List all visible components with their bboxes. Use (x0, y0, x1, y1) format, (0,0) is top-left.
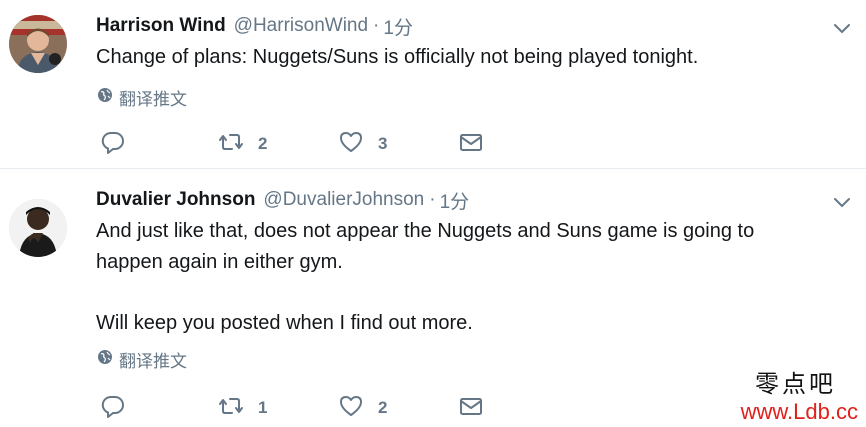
timestamp[interactable]: 1分 (440, 187, 470, 214)
direct-message-button[interactable] (458, 394, 484, 422)
translate-tweet-link[interactable]: 翻译推文 (97, 86, 187, 109)
envelope-icon (458, 129, 484, 160)
like-button[interactable]: 2 (338, 394, 387, 422)
watermark-url: www.Ldb.cc (740, 399, 858, 424)
avatar[interactable] (9, 199, 67, 257)
heart-icon (338, 393, 364, 424)
tweet[interactable]: Duvalier Johnson @DuvalierJohnson · 1分 A… (0, 170, 866, 427)
reply-button[interactable] (100, 394, 126, 422)
like-button[interactable]: 3 (338, 130, 387, 158)
display-name[interactable]: Duvalier Johnson (96, 189, 255, 211)
translate-label: 翻译推文 (119, 89, 187, 109)
tweet-feed: Harrison Wind @HarrisonWind · 1分 Change … (0, 0, 866, 427)
retweet-count: 1 (258, 398, 268, 417)
username[interactable]: @DuvalierJohnson (263, 189, 424, 211)
retweet-count: 2 (258, 134, 268, 153)
reply-icon (100, 129, 126, 160)
envelope-icon (458, 393, 484, 424)
reply-button[interactable] (100, 130, 126, 158)
timestamp[interactable]: 1分 (383, 13, 413, 40)
separator-dot: · (373, 15, 380, 36)
chevron-down-icon[interactable] (832, 18, 852, 38)
chevron-down-icon[interactable] (832, 192, 852, 212)
translate-tweet-link[interactable]: 翻译推文 (97, 348, 187, 371)
globe-icon (97, 349, 119, 370)
tweet-text-line: Change of plans: Nuggets/Suns is officia… (96, 46, 699, 68)
username[interactable]: @HarrisonWind (234, 15, 368, 37)
retweet-button[interactable]: 1 (218, 394, 267, 422)
retweet-icon (218, 393, 244, 424)
watermark-name: 零点吧 (755, 370, 836, 398)
tweet[interactable]: Harrison Wind @HarrisonWind · 1分 Change … (0, 0, 866, 169)
like-count: 2 (378, 398, 388, 417)
avatar[interactable] (9, 15, 67, 73)
tweet-text-line: And just like that, does not appear the … (96, 220, 755, 242)
direct-message-button[interactable] (458, 130, 484, 158)
watermark: 零点吧 www.Ldb.cc (741, 369, 858, 425)
separator-dot: · (429, 189, 436, 210)
retweet-icon (218, 129, 244, 160)
tweet-actions: 2 3 (100, 130, 500, 158)
tweet-actions: 1 2 (100, 394, 500, 422)
tweet-text-line: Will keep you posted when I find out mor… (96, 312, 473, 334)
translate-label: 翻译推文 (119, 351, 187, 371)
display-name[interactable]: Harrison Wind (96, 15, 226, 37)
tweet-text: Change of plans: Nuggets/Suns is officia… (96, 42, 846, 73)
reply-icon (100, 393, 126, 424)
retweet-button[interactable]: 2 (218, 130, 267, 158)
like-count: 3 (378, 134, 388, 153)
tweet-text: And just like that, does not appear the … (96, 216, 846, 339)
globe-icon (97, 87, 119, 108)
tweet-text-line: happen again in either gym. (96, 251, 343, 273)
heart-icon (338, 129, 364, 160)
